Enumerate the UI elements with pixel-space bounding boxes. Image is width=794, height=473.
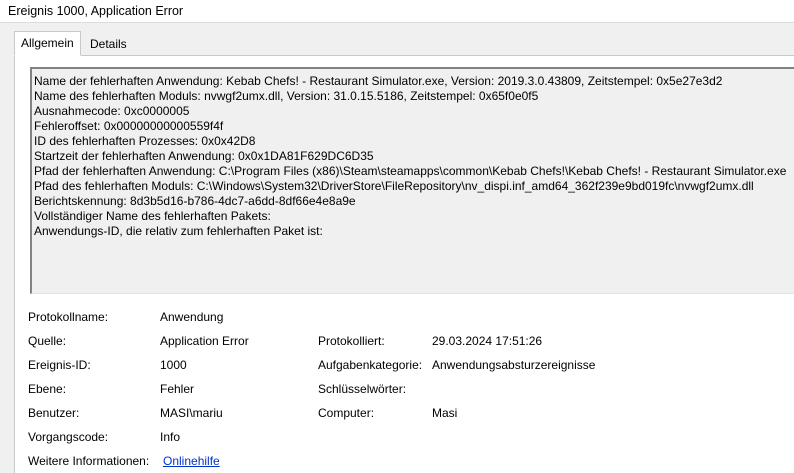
- more-info-label: Weitere Informationen:: [28, 454, 150, 468]
- computer-label: Computer:: [318, 406, 375, 420]
- source-value: Application Error: [160, 334, 249, 348]
- online-help-link[interactable]: Onlinehilfe: [163, 454, 220, 468]
- title-bar: Ereignis 1000, Application Error: [0, 0, 794, 23]
- opcode-value: Info: [160, 430, 181, 444]
- source-label: Quelle:: [28, 334, 67, 348]
- window-title: Ereignis 1000, Application Error: [8, 4, 184, 18]
- task-category-value: Anwendungsabsturzereignisse: [432, 358, 596, 372]
- event-properties-window: Ereignis 1000, Application Error Allgeme…: [0, 0, 794, 473]
- general-tab-panel: Name der fehlerhaften Anwendung: Kebab C…: [14, 55, 794, 473]
- user-value: MASI\mariu: [160, 406, 223, 420]
- level-value: Fehler: [160, 382, 195, 396]
- level-label: Ebene:: [28, 382, 67, 396]
- event-id-value: 1000: [160, 358, 187, 372]
- user-label: Benutzer:: [28, 406, 80, 420]
- opcode-label: Vorgangscode:: [28, 430, 109, 444]
- tab-details[interactable]: Details: [83, 34, 129, 55]
- computer-value: Masi: [432, 406, 458, 420]
- logged-label: Protokolliert:: [318, 334, 385, 348]
- log-name-value: Anwendung: [160, 310, 224, 324]
- keywords-label: Schlüsselwörter:: [318, 382, 407, 396]
- event-id-label: Ereignis-ID:: [28, 358, 91, 372]
- event-details-grid: Protokollname: Anwendung Quelle: Applica…: [15, 56, 794, 473]
- tab-allgemein[interactable]: Allgemein: [14, 31, 81, 56]
- task-category-label: Aufgabenkategorie:: [318, 358, 423, 372]
- log-name-label: Protokollname:: [28, 310, 109, 324]
- logged-value: 29.03.2024 17:51:26: [432, 334, 543, 348]
